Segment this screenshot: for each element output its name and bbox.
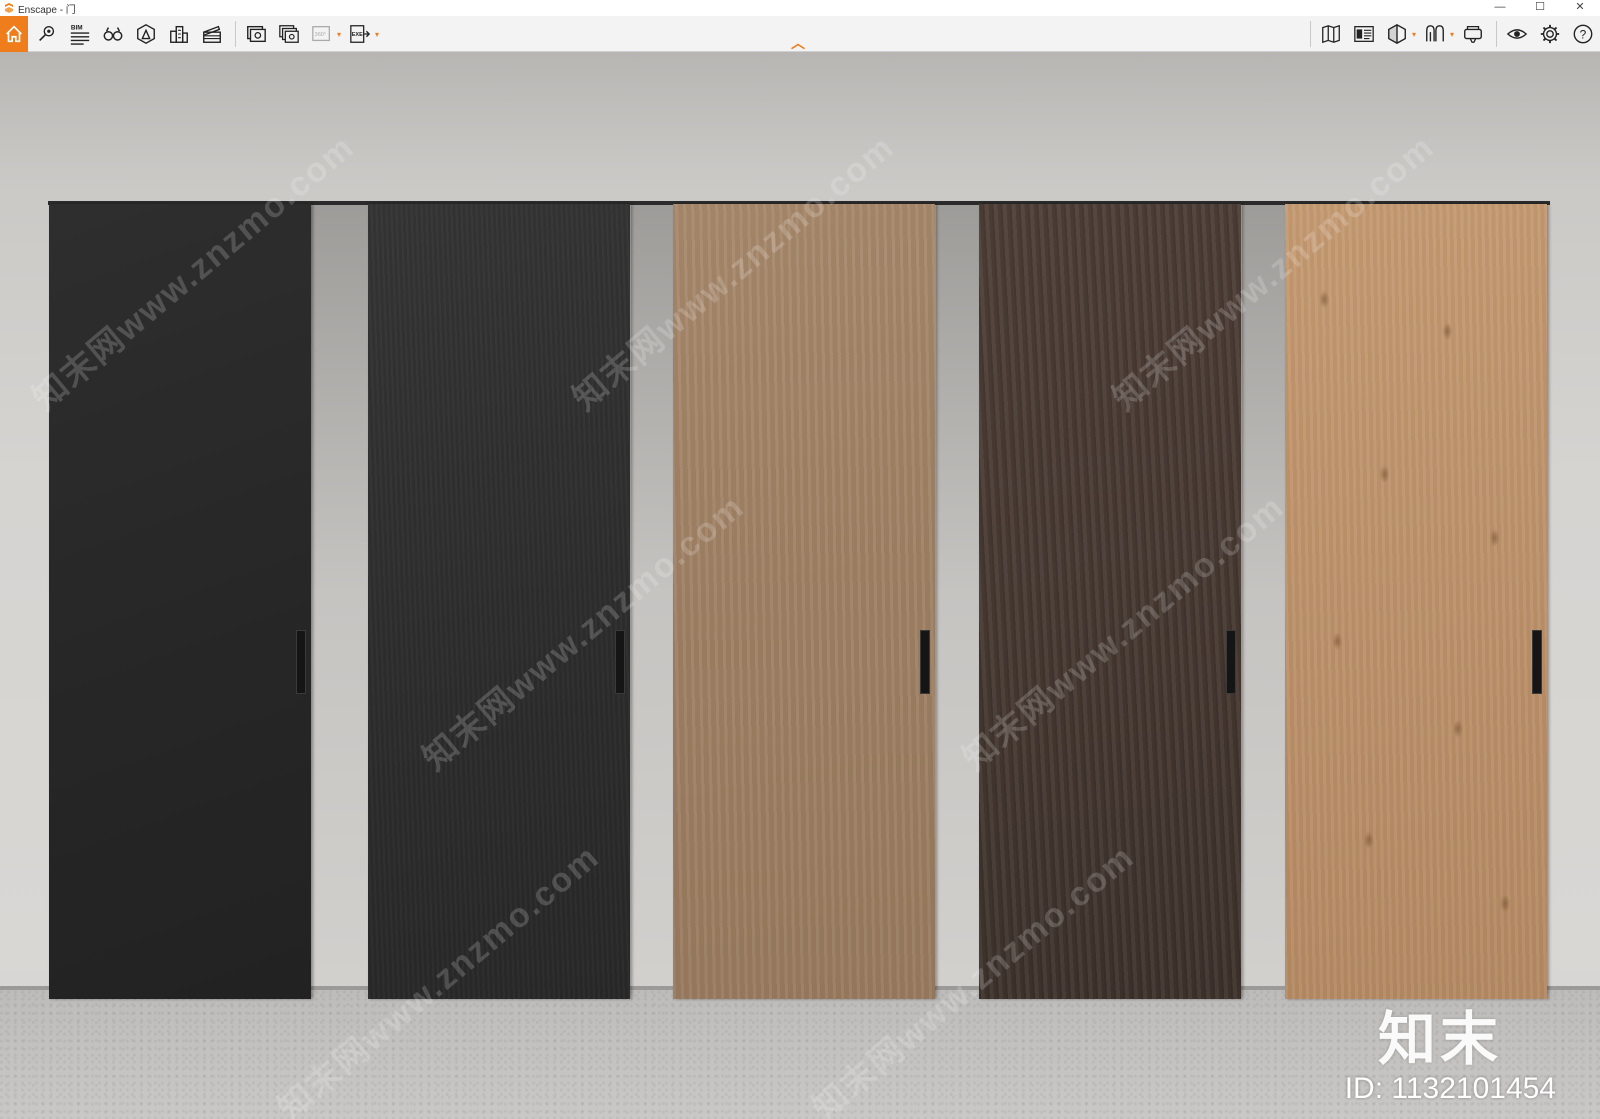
map-button[interactable] (1316, 19, 1346, 49)
material-editor-icon (1354, 26, 1374, 42)
toolbar-separator (1310, 21, 1311, 47)
minimize-button[interactable]: — (1480, 0, 1520, 16)
door-handle (1226, 630, 1236, 694)
site-context-button[interactable] (164, 19, 194, 49)
panorama-dropdown-caret[interactable]: ▾ (337, 30, 341, 39)
toolbar-separator (1496, 21, 1498, 47)
export-icon-label: EXE (352, 32, 363, 38)
eye-icon (1506, 29, 1528, 39)
toolbar-right-group: ▾ ▾ ? (1305, 16, 1600, 52)
title-bar: Enscape - 门 — ☐ ✕ (0, 0, 1600, 16)
asset-library-icon (137, 24, 155, 44)
bim-button[interactable]: BIM (65, 19, 95, 49)
map-icon (1322, 24, 1340, 44)
toolbar-separator (235, 21, 236, 47)
binoculars-icon (103, 27, 123, 41)
video-editor-button[interactable] (197, 19, 227, 49)
enscape-logo-icon (5, 3, 13, 13)
door-light-oak (673, 204, 935, 999)
material-editor-button[interactable] (1349, 19, 1379, 49)
screenshot-icon (247, 25, 266, 43)
bim-icon-label: BIM (71, 24, 83, 31)
help-button[interactable]: ? (1568, 19, 1598, 49)
home-button[interactable] (0, 16, 28, 52)
batch-render-icon (279, 25, 299, 43)
pin-icon (39, 25, 55, 42)
door-knotty-pine (1285, 204, 1547, 999)
clapperboard-icon (203, 25, 221, 43)
home-icon (6, 25, 22, 43)
visual-settings-button[interactable] (1420, 19, 1450, 49)
door-handle (1532, 630, 1542, 694)
door-handle (920, 630, 930, 694)
collapse-toolbar-arrow-icon[interactable]: ︿ (791, 36, 805, 50)
panorama-icon: 360° (312, 26, 330, 42)
views-button[interactable] (98, 19, 128, 49)
door-gap (311, 205, 371, 986)
batch-render-button[interactable] (274, 19, 304, 49)
export-exe-icon: EXE (350, 25, 371, 43)
svg-text:?: ? (1580, 28, 1587, 42)
buildings-icon (170, 25, 188, 43)
toggle-visibility-button[interactable] (1502, 19, 1532, 49)
window-controls: — ☐ ✕ (1480, 0, 1600, 16)
door-handle (296, 630, 306, 694)
window-title: Enscape - 门 (18, 4, 76, 16)
settings-button[interactable] (1535, 19, 1565, 49)
visual-settings-icon (1426, 25, 1444, 42)
settings-icon (1540, 24, 1560, 44)
door-handle (615, 630, 625, 694)
maximize-button[interactable]: ☐ (1520, 0, 1560, 16)
enscape-toolbar: BIM 360° ▾ EXE ▾ ▾ ▾ ? ︿ (0, 16, 1600, 52)
export-dropdown-caret[interactable]: ▾ (375, 30, 379, 39)
cube-view-dropdown-caret[interactable]: ▾ (1412, 30, 1416, 39)
sync-views-button[interactable] (32, 19, 62, 49)
visual-settings-dropdown-caret[interactable]: ▾ (1450, 30, 1454, 39)
panorama-icon-label: 360° (315, 32, 326, 38)
brand-logo: 知末 (1377, 1007, 1502, 1072)
asset-library-button[interactable] (131, 19, 161, 49)
image-id-label: ID: 1132101454 (1344, 1072, 1556, 1105)
toolbar-left-group: BIM 360° ▾ EXE ▾ (0, 16, 383, 52)
export-button[interactable]: EXE (345, 19, 375, 49)
help-icon: ? (1573, 24, 1593, 44)
close-button[interactable]: ✕ (1560, 0, 1600, 16)
vr-headset-icon (1464, 26, 1482, 43)
vr-headset-button[interactable] (1458, 19, 1488, 49)
cube-view-button[interactable] (1382, 19, 1412, 49)
bim-icon: BIM (70, 24, 90, 45)
screenshot-button[interactable] (241, 19, 271, 49)
render-viewport[interactable]: 知末网www.znzmo.com 知末网www.znzmo.com 知末网www… (0, 52, 1600, 1119)
panorama-button[interactable]: 360° (307, 19, 337, 49)
cube-view-icon (1388, 24, 1406, 44)
